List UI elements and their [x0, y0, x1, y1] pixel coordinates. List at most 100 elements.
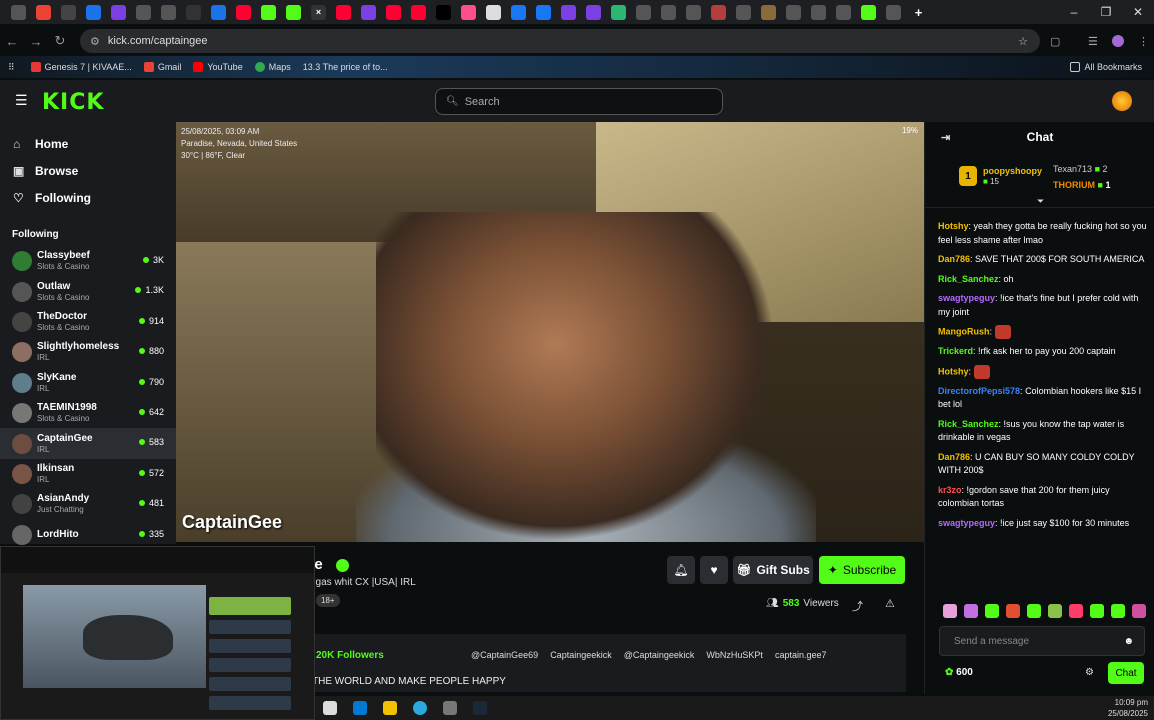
tab-icon[interactable] — [11, 4, 26, 20]
chat-username[interactable]: DirectorofPepsi578 — [938, 386, 1020, 396]
emote-icon[interactable] — [1048, 604, 1062, 618]
tab-icon[interactable] — [361, 4, 376, 20]
user-avatar[interactable] — [1112, 91, 1132, 111]
tab-icon[interactable] — [111, 4, 126, 20]
tab-icon[interactable] — [261, 4, 276, 20]
pip-video[interactable] — [23, 585, 206, 688]
channel-points[interactable]: ✿ 600 — [945, 667, 973, 678]
taskbar-app-icon[interactable] — [413, 701, 427, 715]
taskbar-app-icon[interactable] — [443, 701, 457, 715]
following-channel[interactable]: Classybeef Slots & Casino 3K — [0, 246, 176, 276]
tab-icon[interactable] — [561, 4, 576, 20]
chat-username[interactable]: Dan786 — [938, 254, 970, 264]
pip-thumb[interactable] — [209, 639, 291, 653]
tab-icon[interactable] — [636, 4, 651, 20]
bookmark-item[interactable]: Gmail — [143, 62, 181, 72]
chat-username[interactable]: Dan786 — [938, 452, 970, 462]
report-icon[interactable]: ⚠ — [885, 597, 895, 610]
social-discord[interactable]: WbNzHuSKPt — [706, 650, 763, 660]
forward-icon[interactable]: → — [24, 34, 48, 49]
close-icon[interactable]: × — [311, 4, 326, 20]
menu-icon[interactable]: ⋮ — [1138, 35, 1149, 48]
pip-thumb[interactable] — [209, 677, 291, 691]
tab-icon[interactable] — [386, 4, 401, 20]
bookmark-item[interactable]: Genesis 7 | KIVAAE... — [30, 62, 132, 72]
apps-icon[interactable]: ⠿ — [8, 62, 15, 73]
chat-username[interactable]: swagtypeguy — [938, 293, 995, 303]
emote-icon[interactable] — [1069, 604, 1083, 618]
url-input[interactable]: ⚙ kick.com/captaingee ☆ — [80, 29, 1040, 53]
emote-icon[interactable] — [985, 604, 999, 618]
pip-thumb[interactable] — [209, 597, 291, 615]
sidepanel-icon[interactable]: ☰ — [1088, 35, 1098, 48]
kick-logo[interactable]: KICK — [42, 90, 104, 115]
follow-button[interactable]: ♥ — [700, 556, 728, 584]
back-icon[interactable]: ← — [0, 34, 24, 49]
maximize-icon[interactable]: ❐ — [1090, 5, 1122, 19]
following-channel[interactable]: Ilkinsan IRL 572 — [0, 459, 176, 489]
nav-browse[interactable]: ▣ Browse — [0, 157, 176, 184]
hamburger-menu-icon[interactable]: ☰ — [15, 92, 28, 109]
pin-icon[interactable]: ⏷ — [1037, 196, 1044, 207]
emote-icon[interactable] — [1132, 604, 1146, 618]
minimize-icon[interactable]: – — [1058, 5, 1090, 19]
star-icon[interactable]: ☆ — [1018, 35, 1028, 48]
site-info-icon[interactable]: ⚙ — [90, 35, 100, 48]
tab-icon[interactable] — [236, 4, 251, 20]
pip-window[interactable] — [0, 546, 315, 720]
chat-username[interactable]: kr3zo — [938, 485, 962, 495]
tab-icon[interactable] — [286, 4, 301, 20]
chat-username[interactable]: swagtypeguy — [938, 518, 995, 528]
tab-icon[interactable] — [811, 4, 826, 20]
reload-icon[interactable]: ↻ — [48, 33, 72, 49]
tab-icon[interactable] — [461, 4, 476, 20]
tab-icon[interactable] — [36, 4, 51, 20]
pip-thumb[interactable] — [209, 620, 291, 634]
new-tab-icon[interactable]: + — [911, 5, 926, 20]
system-clock[interactable]: 10:09 pm 25/08/2025 — [1108, 697, 1148, 719]
tab-icon[interactable] — [411, 4, 426, 20]
tab-icon[interactable] — [336, 4, 351, 20]
bookmark-item[interactable]: Maps — [254, 62, 291, 72]
following-channel[interactable]: TheDoctor Slots & Casino 914 — [0, 307, 176, 337]
tab-icon[interactable] — [136, 4, 151, 20]
tab-icon[interactable] — [611, 4, 626, 20]
emote-icon[interactable] — [1090, 604, 1104, 618]
tab-icon[interactable] — [686, 4, 701, 20]
chat-username[interactable]: Trickerd — [938, 346, 973, 356]
social-instagram[interactable]: Captaingeekick — [550, 650, 612, 660]
chat-username[interactable]: Rick_Sanchez — [938, 419, 999, 429]
emoji-icon[interactable]: ☻ — [1123, 636, 1134, 647]
nav-following[interactable]: ♡ Following — [0, 184, 176, 211]
chat-username[interactable]: Rick_Sanchez — [938, 274, 999, 284]
emote-icon[interactable] — [1111, 604, 1125, 618]
tab-icon[interactable] — [161, 4, 176, 20]
emote-icon[interactable] — [943, 604, 957, 618]
leader-1-name[interactable]: poopyshoopy — [983, 166, 1042, 176]
social-youtube[interactable]: @Captaingeekick — [624, 650, 695, 660]
send-chat-button[interactable]: Chat — [1108, 662, 1144, 684]
nav-home[interactable]: ⌂ Home — [0, 130, 176, 157]
tab-icon[interactable] — [511, 4, 526, 20]
bookmark-item[interactable]: YouTube — [193, 62, 243, 72]
emote-icon[interactable] — [1027, 604, 1041, 618]
taskbar-app-icon[interactable] — [353, 701, 367, 715]
tab-icon[interactable] — [186, 4, 201, 20]
subscribe-button[interactable]: ✦ Subscribe — [819, 556, 905, 584]
emote-icon[interactable] — [964, 604, 978, 618]
chat-message-input[interactable]: Send a message ☻ — [939, 626, 1145, 656]
tab-icon[interactable] — [86, 4, 101, 20]
bookmark-item[interactable]: 13.3 The price of to... — [303, 62, 388, 72]
tab-icon[interactable] — [661, 4, 676, 20]
tab-icon[interactable] — [436, 4, 451, 20]
tab-icon[interactable] — [736, 4, 751, 20]
chat-username[interactable]: Hotshy — [938, 366, 969, 376]
steam-icon[interactable] — [473, 701, 487, 715]
tab-icon[interactable] — [586, 4, 601, 20]
tab-icon[interactable] — [711, 4, 726, 20]
profile-avatar[interactable] — [1112, 35, 1124, 47]
tab-icon[interactable] — [861, 4, 876, 20]
following-channel[interactable]: Slightlyhomeless IRL 880 — [0, 337, 176, 367]
notification-bell-button[interactable]: 🔔︎ — [667, 556, 695, 584]
share-icon[interactable]: ⤴ — [852, 598, 863, 614]
